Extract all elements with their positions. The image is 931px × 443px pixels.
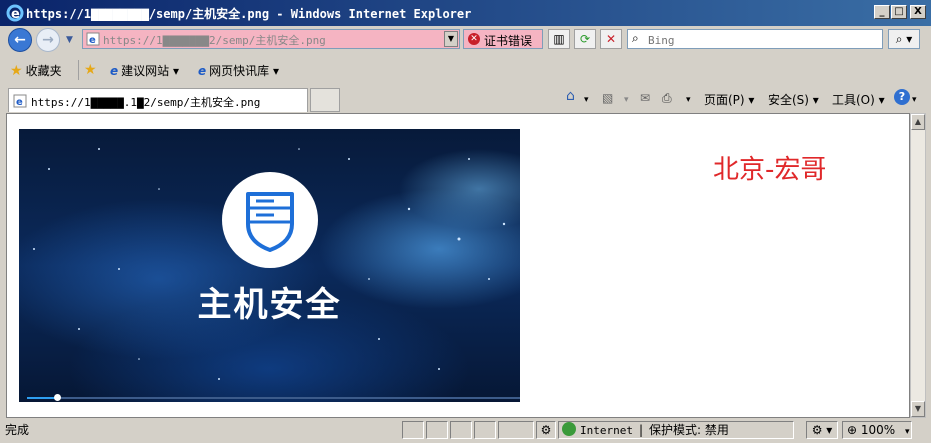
cert-error-icon: ✕	[468, 33, 480, 45]
suggested-sites-link[interactable]: e 建议网站 ▾	[110, 62, 179, 79]
ie-logo-icon: e	[6, 4, 24, 22]
zoom-level: 100%	[860, 423, 896, 437]
scroll-down-button[interactable]: ▼	[911, 401, 925, 417]
address-dropdown-icon[interactable]: ▼	[444, 31, 458, 47]
ie-page-icon: e	[110, 63, 119, 78]
print-dropdown-icon[interactable]: ▾	[686, 95, 691, 105]
zone-label: Internet	[580, 424, 633, 437]
forward-button[interactable]: →	[36, 28, 60, 52]
shield-logo	[222, 172, 318, 268]
mail-icon[interactable]: ✉	[640, 91, 650, 105]
progress-track	[27, 397, 520, 399]
tab-label: https://1▇▇▇▇▇.1▇2/semp/主机安全.png	[31, 96, 261, 109]
refresh-button[interactable]: ⟳	[574, 29, 596, 49]
svg-text:e: e	[89, 35, 96, 46]
image-title: 主机安全	[197, 285, 342, 325]
title-bar: e https://1▇▇▇▇▇▇▇▇/semp/主机安全.png - Wind…	[0, 0, 931, 26]
home-dropdown-icon[interactable]: ▾	[584, 95, 589, 105]
svg-text:e: e	[11, 7, 20, 22]
search-icon: ⌕	[632, 31, 639, 45]
maximize-button[interactable]: □	[891, 5, 907, 19]
stop-button[interactable]: ✕	[600, 29, 622, 49]
web-slice-gallery-label: 网页快讯库 ▾	[209, 64, 279, 78]
history-dropdown-icon[interactable]: ▼	[66, 35, 73, 45]
window-title: https://1▇▇▇▇▇▇▇▇/semp/主机安全.png - Window…	[26, 7, 472, 21]
page-menu[interactable]: 页面(P) ▾	[704, 91, 754, 108]
zoom-dropdown-icon[interactable]: ▾	[905, 427, 910, 437]
certificate-error-button[interactable]: ✕ 证书错误	[463, 29, 543, 49]
certificate-error-label: 证书错误	[484, 34, 533, 48]
add-favorite-star-icon: ★	[84, 62, 97, 78]
favorites-button[interactable]: ★ 收藏夹	[10, 62, 62, 79]
progress-fill	[27, 397, 57, 399]
scroll-up-button[interactable]: ▲	[911, 114, 925, 130]
help-dropdown-icon[interactable]: ▾	[912, 95, 917, 105]
feeds-icon[interactable]: ▧	[602, 91, 613, 105]
tab-current[interactable]: e https://1▇▇▇▇▇.1▇2/semp/主机安全.png	[8, 88, 308, 112]
close-button[interactable]: X	[910, 5, 926, 19]
search-box[interactable]: ⌕	[627, 29, 883, 49]
popup-blocker-icon[interactable]: ⚙	[536, 421, 556, 439]
zoom-icon: ⊕	[847, 423, 858, 437]
minimize-button[interactable]: _	[874, 5, 890, 19]
star-icon: ★	[10, 62, 23, 79]
svg-text:e: e	[16, 97, 23, 108]
favorites-separator	[78, 60, 79, 80]
page-content: 主机安全 北京-宏哥	[6, 113, 910, 418]
status-pane	[450, 421, 472, 439]
status-pane	[474, 421, 496, 439]
compatibility-view-button[interactable]: ▥	[548, 29, 570, 49]
ie-page-icon: e	[198, 63, 207, 78]
address-url[interactable]: https://1▇▇▇▇▇▇▇2/semp/主机安全.png	[103, 32, 326, 48]
zoom-control[interactable]: ⊕ 100% ▾	[842, 421, 912, 439]
tools-menu[interactable]: 工具(O) ▾	[832, 91, 885, 108]
status-text: 完成	[4, 421, 400, 439]
status-settings-icon[interactable]: ⚙ ▾	[806, 421, 838, 439]
add-favorites-button[interactable]: ★	[84, 62, 97, 78]
status-pane	[498, 421, 534, 439]
zone-separator: |	[638, 423, 644, 437]
back-button[interactable]: ←	[8, 28, 32, 52]
status-pane	[402, 421, 424, 439]
search-input[interactable]	[646, 31, 880, 49]
print-icon[interactable]: ⎙	[662, 91, 672, 106]
status-pane	[426, 421, 448, 439]
tab-page-icon: e	[13, 94, 27, 108]
side-text: 北京-宏哥	[713, 155, 827, 185]
displayed-image: 主机安全	[19, 129, 520, 402]
progress-knob[interactable]	[53, 394, 61, 401]
safety-menu[interactable]: 安全(S) ▾	[768, 91, 819, 108]
vertical-scrollbar[interactable]: ▲ ▼	[910, 113, 926, 418]
favorites-label: 收藏夹	[25, 64, 62, 78]
new-tab-button[interactable]	[310, 88, 340, 112]
protected-mode-label: 保护模式: 禁用	[649, 423, 729, 437]
suggested-sites-label: 建议网站 ▾	[121, 64, 179, 78]
address-bar[interactable]: e https://1▇▇▇▇▇▇▇2/semp/主机安全.png ▼	[82, 29, 460, 49]
search-go-button[interactable]: ⌕ ▾	[888, 29, 920, 49]
zone-pane[interactable]: Internet | 保护模式: 禁用	[558, 421, 794, 439]
shield-icon	[246, 192, 294, 252]
feeds-dropdown-icon[interactable]: ▾	[624, 95, 629, 105]
help-icon[interactable]: ?	[894, 89, 910, 105]
globe-icon	[562, 422, 576, 436]
web-slice-gallery-link[interactable]: e 网页快讯库 ▾	[198, 62, 279, 79]
page-icon: e	[86, 32, 100, 46]
home-icon[interactable]: ⌂	[566, 88, 575, 104]
